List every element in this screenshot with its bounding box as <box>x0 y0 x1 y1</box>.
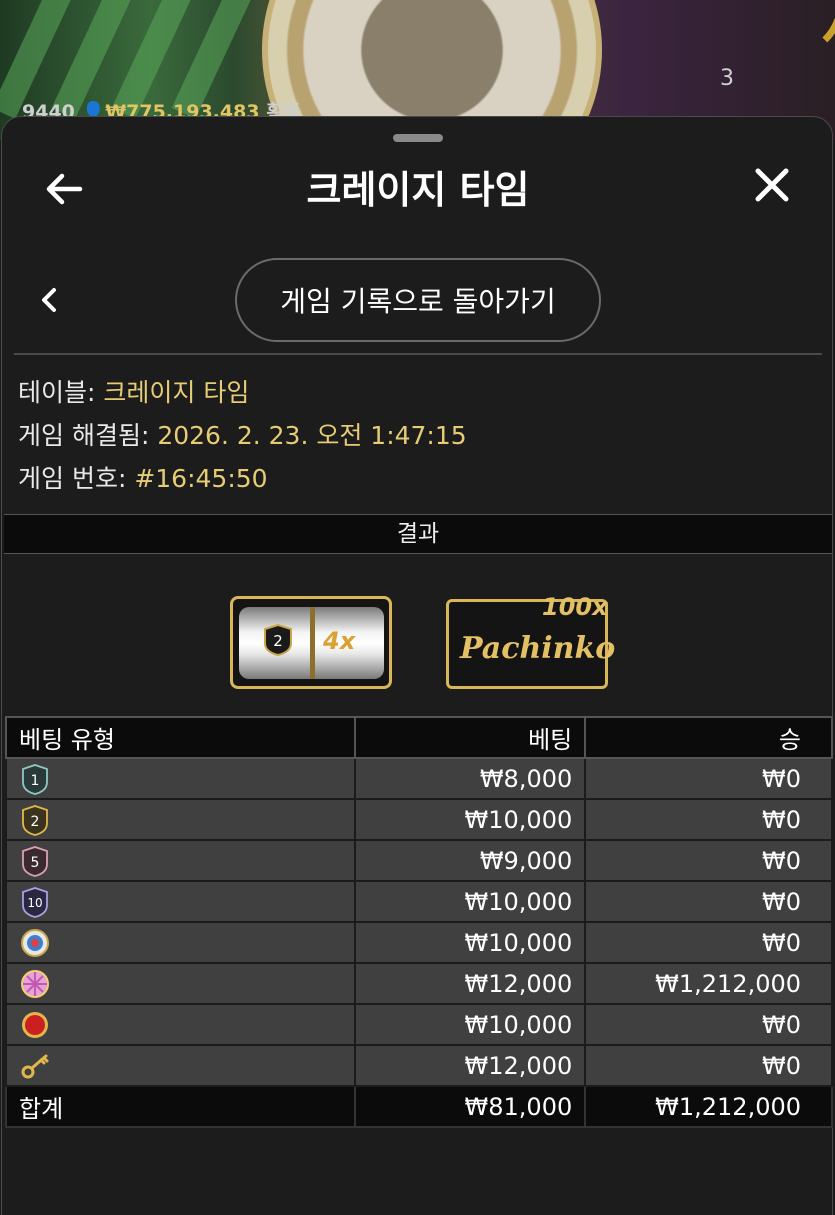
table-row: 1 ₩8,000 ₩0 <box>5 757 833 800</box>
bonus-name: Pachinko <box>460 631 616 666</box>
col-bet: 베팅 <box>353 716 587 759</box>
top-slot-result: 2 4x <box>230 596 392 689</box>
slot-multiplier: 4x <box>323 627 356 655</box>
svg-text:5: 5 <box>31 855 40 871</box>
number-1-shield-icon: 1 <box>22 763 48 795</box>
coin-flip-icon <box>21 928 49 957</box>
cash-hunt-icon <box>22 1011 48 1038</box>
timer-ring <box>725 0 835 60</box>
pachinko-result-badge: Pachinko 100x <box>446 593 618 693</box>
pachinko-icon <box>21 969 49 998</box>
back-to-history-button[interactable]: 게임 기록으로 돌아가기 <box>235 258 601 342</box>
svg-text:2: 2 <box>273 632 283 650</box>
chevron-left-icon[interactable] <box>36 285 62 315</box>
page-title: 크레이지 타임 <box>306 168 530 212</box>
table-row: ₩12,000 ₩0 <box>5 1044 833 1087</box>
close-icon[interactable] <box>750 163 794 207</box>
total-bet: ₩81,000 <box>353 1085 587 1128</box>
table-info: 테이블: 크레이지 타임 <box>18 378 250 407</box>
table-row: ₩10,000 ₩0 <box>5 921 833 964</box>
table-row: 5 ₩9,000 ₩0 <box>5 839 833 882</box>
table-row: 2 ₩10,000 ₩0 <box>5 798 833 841</box>
divider <box>14 353 822 355</box>
table-header-row: 베팅 유형 베팅 승 <box>5 716 833 759</box>
drag-handle[interactable] <box>393 134 443 142</box>
col-win: 승 <box>584 716 833 759</box>
crazy-time-key-icon <box>21 1054 49 1078</box>
bonus-multiplier: 100x <box>542 593 608 621</box>
bets-table: 베팅 유형 베팅 승 1 ₩8,000 ₩0 2 ₩10,000 ₩0 5 ₩9… <box>5 716 833 1128</box>
total-row: 합계 ₩81,000 ₩1,212,000 <box>5 1085 833 1128</box>
resolved-info: 게임 해결됨: 2026. 2. 23. 오전 1:47:15 <box>18 421 467 450</box>
game-number-info: 게임 번호: #16:45:50 <box>18 464 268 493</box>
total-label: 합계 <box>5 1085 356 1128</box>
game-details-sheet: 크레이지 타임 게임 기록으로 돌아가기 테이블: 크레이지 타임 게임 해결됨… <box>1 116 833 1215</box>
result-header: 결과 <box>4 514 832 554</box>
col-bet-type: 베팅 유형 <box>5 716 356 759</box>
svg-text:2: 2 <box>31 814 40 830</box>
number-2-shield-icon: 2 <box>22 804 48 836</box>
number-5-shield-icon: 5 <box>22 845 48 877</box>
table-row: 10 ₩10,000 ₩0 <box>5 880 833 923</box>
table-row: ₩12,000 ₩1,212,000 <box>5 962 833 1005</box>
total-win: ₩1,212,000 <box>584 1085 833 1128</box>
svg-text:1: 1 <box>31 773 40 789</box>
number-10-shield-icon: 10 <box>22 886 48 918</box>
svg-text:10: 10 <box>27 896 42 910</box>
viewer-count: 3 <box>720 66 734 91</box>
table-row: ₩10,000 ₩0 <box>5 1003 833 1046</box>
number-2-shield-icon: 2 <box>264 623 292 657</box>
